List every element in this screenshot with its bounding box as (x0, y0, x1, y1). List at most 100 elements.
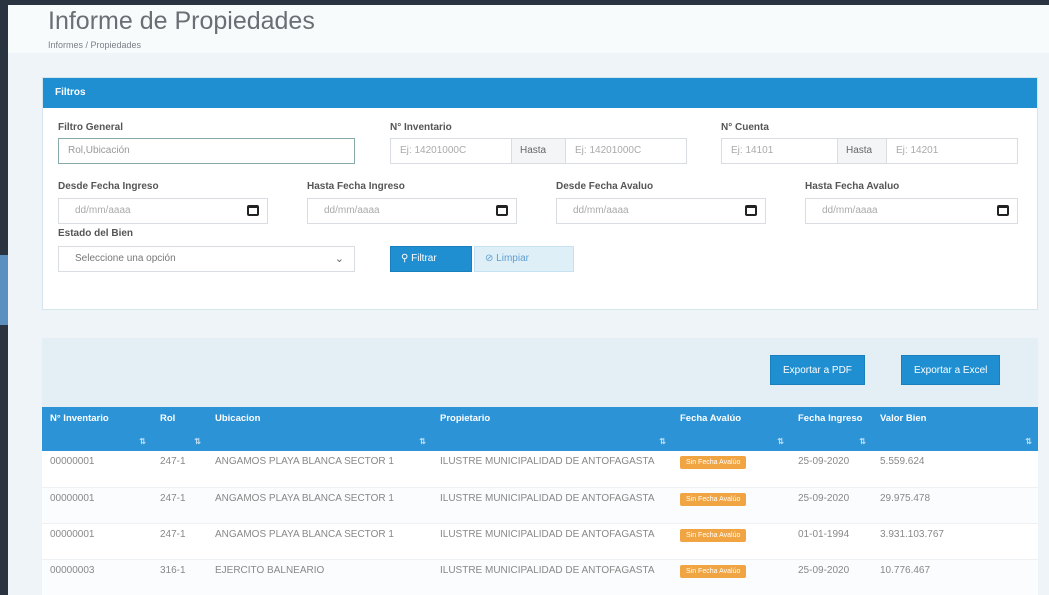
export-pdf-button[interactable]: Exportar a PDF (770, 355, 865, 385)
date-placeholder: dd/mm/aaaa (324, 205, 380, 216)
eraser-icon: ⊘ (485, 253, 494, 264)
table-row[interactable]: 00000003 316-1 EJERCITO BALNEARIO ILUSTR… (42, 559, 1038, 595)
cell-valor: 5.559.624 (872, 451, 1038, 488)
col-rol[interactable]: Rol ⇅ (152, 407, 207, 451)
cell-inventario: 00000003 (42, 559, 152, 595)
cell-valor: 29.975.478 (872, 487, 1038, 524)
cell-rol: 316-1 (152, 559, 207, 595)
sort-icon[interactable]: ⇅ (194, 437, 201, 446)
cell-inventario: 00000001 (42, 451, 152, 488)
inventario-label: N° Inventario (390, 122, 452, 133)
sidebar-active-marker (0, 255, 8, 325)
sort-icon[interactable]: ⇅ (659, 437, 666, 446)
sidebar-edge (0, 0, 8, 595)
estado-select[interactable]: Seleccione una opción ⌄ (58, 246, 355, 272)
cell-inventario: 00000001 (42, 487, 152, 524)
calendar-icon[interactable] (496, 205, 508, 216)
col-propietario-label: Propietario (440, 413, 491, 424)
cell-fecha-ingreso: 25-09-2020 (790, 451, 872, 488)
status-badge: Sin Fecha Avalúo (680, 456, 747, 469)
cell-fecha-ingreso: 25-09-2020 (790, 559, 872, 595)
col-fecha-avaluo[interactable]: Fecha Avalúo ⇅ (672, 407, 790, 451)
col-fecha-avaluo-label: Fecha Avalúo (680, 413, 742, 424)
calendar-icon[interactable] (247, 205, 259, 216)
cell-fecha-ingreso: 25-09-2020 (790, 487, 872, 524)
filters-panel: Filtros Filtro General Rol,Ubicación N° … (42, 77, 1038, 310)
cell-ubicacion: ANGAMOS PLAYA BLANCA SECTOR 1 (207, 523, 432, 560)
estado-select-value: Seleccione una opción (75, 253, 176, 264)
cell-valor: 3.931.103.767 (872, 523, 1038, 560)
calendar-icon[interactable] (997, 205, 1009, 216)
cell-ubicacion: ANGAMOS PLAYA BLANCA SECTOR 1 (207, 487, 432, 524)
sort-icon[interactable]: ⇅ (859, 437, 866, 446)
cuenta-to-input[interactable]: Ej: 14201 (886, 138, 1018, 164)
desde-avaluo-label: Desde Fecha Avaluo (556, 181, 654, 192)
limpiar-button[interactable]: ⊘ Limpiar (474, 246, 574, 272)
sort-icon[interactable]: ⇅ (139, 437, 146, 446)
cell-ubicacion: EJERCITO BALNEARIO (207, 559, 432, 595)
date-placeholder: dd/mm/aaaa (75, 205, 131, 216)
desde-avaluo-input[interactable]: dd/mm/aaaa (556, 198, 766, 224)
hasta-ingreso-input[interactable]: dd/mm/aaaa (307, 198, 517, 224)
cell-fecha-avaluo: Sin Fecha Avalúo (672, 487, 790, 524)
col-valor[interactable]: Valor Bien ⇅ (872, 407, 1038, 451)
cell-propietario: ILUSTRE MUNICIPALIDAD DE ANTOFAGASTA (432, 451, 672, 488)
col-ubicacion-label: Ubicacion (215, 413, 261, 424)
status-badge: Sin Fecha Avalúo (680, 564, 747, 578)
table-row[interactable]: 00000001 247-1 ANGAMOS PLAYA BLANCA SECT… (42, 523, 1038, 560)
calendar-icon[interactable] (745, 205, 757, 216)
filters-panel-header: Filtros (43, 78, 1037, 108)
hasta-ingreso-label: Hasta Fecha Ingreso (307, 181, 405, 192)
chevron-down-icon: ⌄ (334, 253, 344, 265)
inventario-from-input[interactable]: Ej: 14201000C (390, 138, 512, 164)
table-header-row: N° Inventario ⇅ Rol ⇅ Ubicacion ⇅ Propietar… (42, 407, 1038, 451)
page-content: Informe de Propiedades Informes / Propie… (8, 5, 1049, 595)
status-badge: Sin Fecha Avalúo (680, 492, 747, 506)
inventario-hasta-addon: Hasta (512, 138, 565, 164)
page-title: Informe de Propiedades (48, 7, 315, 35)
general-filter-label: Filtro General (58, 122, 124, 133)
cuenta-from-input[interactable]: Ej: 14101 (721, 138, 838, 164)
col-valor-label: Valor Bien (880, 413, 927, 424)
cell-rol: 247-1 (152, 487, 207, 524)
cuenta-label: N° Cuenta (721, 122, 769, 133)
inventario-to-input[interactable]: Ej: 14201000C (565, 138, 687, 164)
cell-ubicacion: ANGAMOS PLAYA BLANCA SECTOR 1 (207, 451, 432, 488)
sort-icon[interactable]: ⇅ (777, 437, 784, 446)
cell-propietario: ILUSTRE MUNICIPALIDAD DE ANTOFAGASTA (432, 559, 672, 595)
search-icon: ⚲ (401, 253, 409, 264)
cell-inventario: 00000001 (42, 523, 152, 560)
sort-icon[interactable]: ⇅ (419, 437, 426, 446)
date-placeholder: dd/mm/aaaa (822, 205, 878, 216)
status-badge: Sin Fecha Avalúo (680, 528, 747, 542)
general-filter-input[interactable]: Rol,Ubicación (58, 138, 355, 164)
col-rol-label: Rol (160, 413, 176, 424)
cell-propietario: ILUSTRE MUNICIPALIDAD DE ANTOFAGASTA (432, 523, 672, 560)
cell-fecha-avaluo: Sin Fecha Avalúo (672, 559, 790, 595)
page-header: Informe de Propiedades Informes / Propie… (8, 5, 1049, 53)
cell-propietario: ILUSTRE MUNICIPALIDAD DE ANTOFAGASTA (432, 487, 672, 524)
col-inventario[interactable]: N° Inventario ⇅ (42, 407, 152, 451)
cell-rol: 247-1 (152, 523, 207, 560)
filtrar-label: Filtrar (411, 253, 437, 264)
desde-ingreso-input[interactable]: dd/mm/aaaa (58, 198, 268, 224)
hasta-avaluo-label: Hasta Fecha Avaluo (805, 181, 900, 192)
sort-icon[interactable]: ⇅ (1025, 437, 1032, 446)
col-ubicacion[interactable]: Ubicacion ⇅ (207, 407, 432, 451)
table-row[interactable]: 00000001 247-1 ANGAMOS PLAYA BLANCA SECT… (42, 487, 1038, 524)
properties-table: N° Inventario ⇅ Rol ⇅ Ubicacion ⇅ Propietar… (42, 407, 1038, 595)
col-fecha-ingreso[interactable]: Fecha Ingreso ⇅ (790, 407, 872, 451)
estado-label: Estado del Bien (58, 228, 134, 239)
cell-fecha-avaluo: Sin Fecha Avalúo (672, 451, 790, 488)
filtrar-button[interactable]: ⚲ Filtrar (390, 246, 472, 272)
col-propietario[interactable]: Propietario ⇅ (432, 407, 672, 451)
hasta-avaluo-input[interactable]: dd/mm/aaaa (805, 198, 1018, 224)
export-excel-button[interactable]: Exportar a Excel (901, 355, 1001, 385)
table-row[interactable]: 00000001 247-1 ANGAMOS PLAYA BLANCA SECT… (42, 451, 1038, 488)
cuenta-hasta-addon: Hasta (838, 138, 886, 164)
col-fecha-ingreso-label: Fecha Ingreso (798, 413, 863, 424)
cell-rol: 247-1 (152, 451, 207, 488)
desde-ingreso-label: Desde Fecha Ingreso (58, 181, 159, 192)
cell-fecha-ingreso: 01-01-1994 (790, 523, 872, 560)
breadcrumb[interactable]: Informes / Propiedades (48, 40, 141, 50)
